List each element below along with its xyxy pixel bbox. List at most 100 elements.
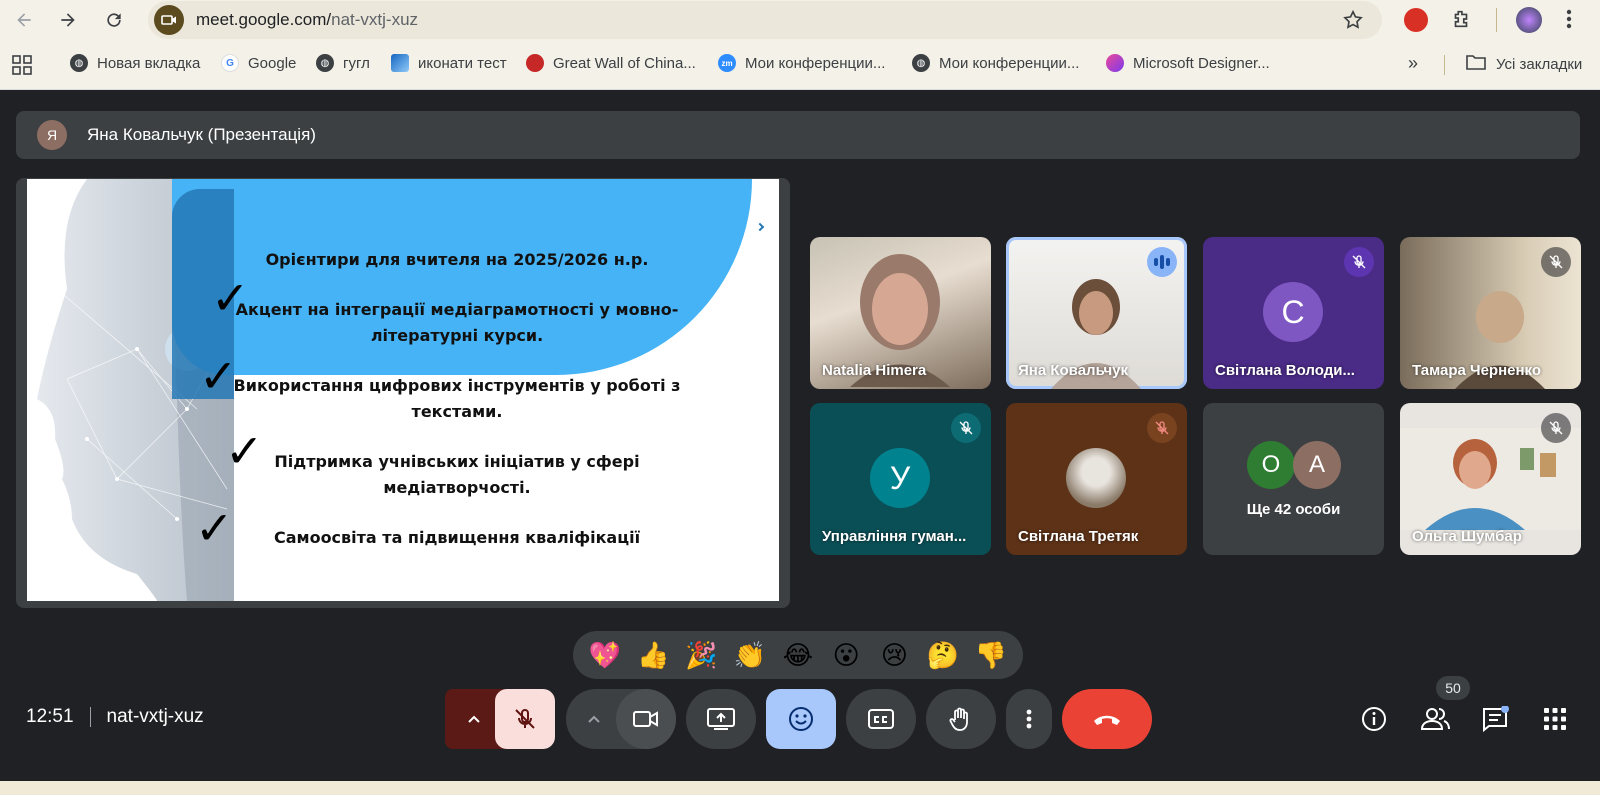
chat-icon[interactable] <box>1477 701 1513 737</box>
adblock-extension-icon[interactable] <box>1404 8 1428 32</box>
profile-avatar[interactable] <box>1516 7 1542 33</box>
reaction-party[interactable]: 🎉 <box>682 640 722 671</box>
more-vert-icon <box>1026 709 1032 729</box>
slide-item: Акцент на інтеграції медіаграмотності у … <box>235 300 679 345</box>
reactions-button[interactable] <box>766 689 836 749</box>
end-call-icon <box>1094 715 1120 725</box>
designer-icon <box>1106 54 1124 72</box>
presenter-bar: Я Яна Ковальчук (Презентація) <box>16 111 1580 159</box>
activities-icon[interactable] <box>1537 701 1573 737</box>
meeting-code: nat-vxtj-xuz <box>106 706 204 727</box>
captions-button[interactable] <box>846 689 916 749</box>
folder-icon <box>1466 54 1486 74</box>
participant-avatar: У <box>870 448 930 508</box>
participant-name: Natalia Himera <box>822 362 927 379</box>
more-bookmarks-icon[interactable]: » <box>1408 53 1418 74</box>
all-bookmarks[interactable]: Усі закладки <box>1466 54 1582 74</box>
apps-grid-icon[interactable] <box>12 55 32 80</box>
participant-name: Ольга Шумбар <box>1412 528 1522 545</box>
forward-icon[interactable] <box>56 8 80 32</box>
raise-hand-button[interactable] <box>926 689 996 749</box>
slide-item: Використання цифрових інструментів у роб… <box>233 376 681 421</box>
people-icon[interactable] <box>1417 701 1453 737</box>
meet-area: Я Яна Ковальчук (Презентація) Орієнтири … <box>0 91 1600 781</box>
participant-tile[interactable]: Ольга Шумбар <box>1400 403 1581 555</box>
bookmark-item[interactable]: ◍ гугл <box>316 54 370 72</box>
address-bar[interactable]: meet.google.com/nat-vxtj-xuz <box>148 1 1382 39</box>
bookmark-item[interactable]: zm Мои конференции... <box>718 54 885 72</box>
video-control-group <box>566 689 676 749</box>
divider <box>89 707 91 727</box>
more-options-button[interactable] <box>1006 689 1052 749</box>
participant-tile[interactable]: Яна Ковальчук <box>1006 237 1187 389</box>
participant-tile[interactable]: Світлана Третяк <box>1006 403 1187 555</box>
reaction-heart[interactable]: 💖 <box>585 640 625 671</box>
participant-video <box>1400 428 1581 530</box>
leave-call-button[interactable] <box>1062 689 1152 749</box>
mic-off-icon <box>1541 247 1571 277</box>
slide-item: Самоосвіта та підвищення кваліфікації <box>273 528 641 547</box>
participant-tile[interactable]: Natalia Himera <box>810 237 991 389</box>
bookmark-item[interactable]: ◍ Мои конференции... <box>912 54 1079 72</box>
bookmark-item[interactable]: Microsoft Designer... <box>1106 54 1270 72</box>
mic-toggle-button[interactable] <box>495 689 555 749</box>
participant-name: Яна Ковальчук <box>1018 362 1129 379</box>
participant-tile[interactable]: С Світлана Володи... <box>1203 237 1384 389</box>
presenter-label: Яна Ковальчук (Презентація) <box>87 125 316 144</box>
slide-arrow-icon <box>755 222 765 232</box>
camera-icon <box>633 711 658 727</box>
participant-tile[interactable]: Тамара Черненко <box>1400 237 1581 389</box>
captions-icon <box>868 709 894 729</box>
bookmarks-divider <box>1444 55 1445 75</box>
reaction-laugh[interactable]: 😂 <box>778 640 818 671</box>
present-screen-icon <box>707 708 735 730</box>
slide: Орієнтири для вчителя на 2025/2026 н.р. … <box>27 179 779 601</box>
toolbar-divider <box>1496 8 1497 32</box>
camera-toggle-button[interactable] <box>616 689 676 749</box>
present-screen-button[interactable] <box>686 689 756 749</box>
star-icon[interactable] <box>1342 9 1364 36</box>
video-options-chevron-icon[interactable] <box>566 689 622 749</box>
extensions-icon[interactable] <box>1450 8 1472 35</box>
stripes-icon <box>391 54 409 72</box>
check-icon: ✓ <box>195 501 234 555</box>
speaking-indicator-icon <box>1147 247 1177 277</box>
more-participants-label: Ще 42 особи <box>1246 501 1341 518</box>
reaction-clap[interactable]: 👏 <box>730 640 770 671</box>
reaction-thumbs-up[interactable]: 👍 <box>633 640 673 671</box>
mic-off-icon <box>1344 247 1374 277</box>
participant-avatar: С <box>1263 282 1323 342</box>
participant-avatar: О <box>1247 441 1295 489</box>
slide-item: Підтримка учнівських ініціатив у сфері м… <box>274 452 640 497</box>
reaction-sad[interactable]: 😢 <box>874 640 914 671</box>
browser-toolbar: meet.google.com/nat-vxtj-xuz <box>0 0 1600 40</box>
back-icon[interactable] <box>12 8 36 32</box>
people-count-badge: 50 <box>1436 676 1470 700</box>
participant-tile[interactable]: У Управління гуман... <box>810 403 991 555</box>
reaction-surprised[interactable]: 😮 <box>826 640 866 671</box>
globe-icon: ◍ <box>70 54 88 72</box>
participant-avatar: А <box>1293 441 1341 489</box>
participant-name: Світлана Третяк <box>1018 528 1139 545</box>
presenter-avatar: Я <box>37 120 67 150</box>
reload-icon[interactable] <box>102 8 126 32</box>
zoom-icon: zm <box>718 54 736 72</box>
presentation-stage[interactable]: Орієнтири для вчителя на 2025/2026 н.р. … <box>16 178 790 608</box>
menu-kebab-icon[interactable] <box>1566 8 1572 35</box>
mic-off-icon <box>951 413 981 443</box>
more-participants-tile[interactable]: О А Ще 42 особи <box>1203 403 1384 555</box>
meet-site-icon <box>154 5 184 35</box>
bookmark-item[interactable]: иконати тест <box>391 54 507 72</box>
slide-title: Орієнтири для вчителя на 2025/2026 н.р. <box>265 250 649 269</box>
url-text: meet.google.com/nat-vxtj-xuz <box>196 10 419 29</box>
check-icon: ✓ <box>225 424 264 478</box>
mic-off-icon <box>1147 413 1177 443</box>
reaction-thinking[interactable]: 🤔 <box>923 640 963 671</box>
bookmark-item[interactable]: G Google <box>221 54 296 72</box>
bookmark-item[interactable]: ◍ Новая вкладка <box>70 54 200 72</box>
bookmark-item[interactable]: Great Wall of China... <box>526 54 696 72</box>
reaction-thumbs-down[interactable]: 👎 <box>971 640 1011 671</box>
reactions-bar: 💖 👍 🎉 👏 😂 😮 😢 🤔 👎 <box>573 631 1023 679</box>
meeting-details-icon[interactable] <box>1356 701 1392 737</box>
google-icon: G <box>221 54 239 72</box>
